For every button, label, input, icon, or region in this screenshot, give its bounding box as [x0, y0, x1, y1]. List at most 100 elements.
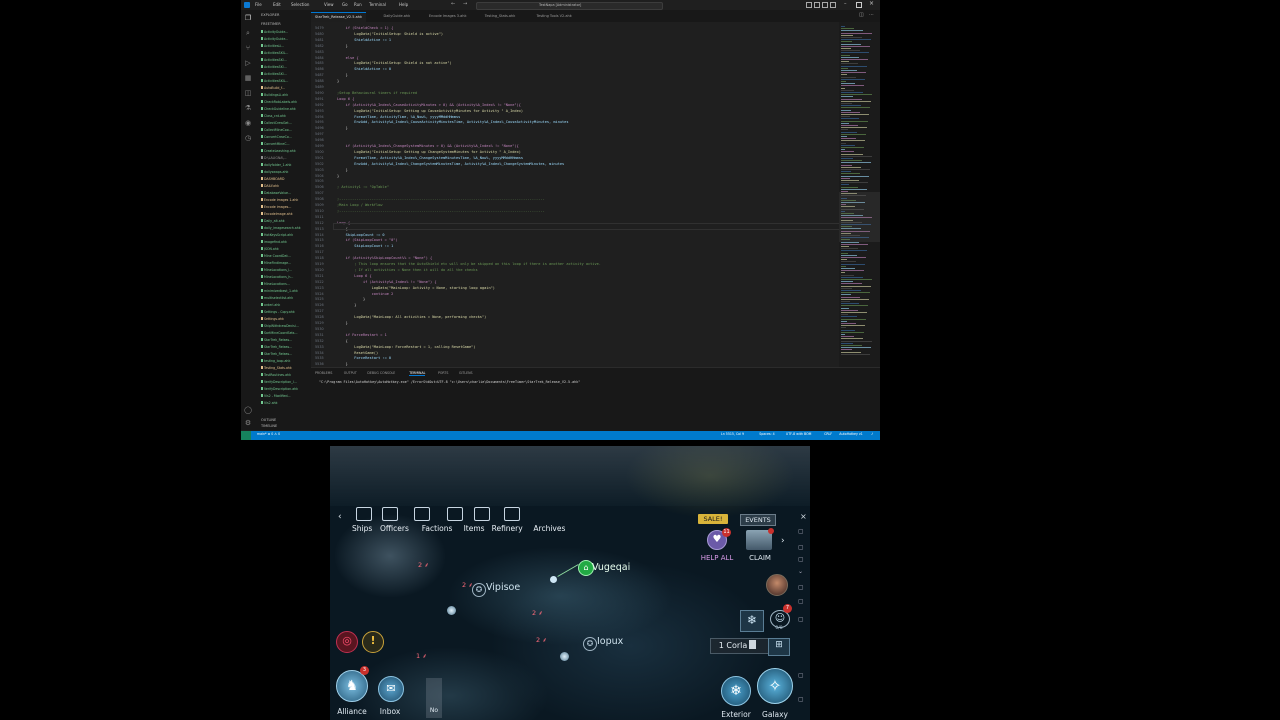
hostile-level-marker[interactable]: 2 ⸙: [462, 580, 473, 589]
panel-tab-debug-console[interactable]: DEBUG CONSOLE: [367, 371, 395, 375]
file-item[interactable]: Vis2 - Modified...: [261, 394, 309, 399]
panel-tab-problems[interactable]: PROBLEMS: [315, 371, 332, 375]
status-item[interactable]: Ln 5515, Col 9: [721, 432, 744, 436]
nav-back-icon[interactable]: ←: [451, 1, 455, 7]
file-item[interactable]: orderl.ahk: [261, 303, 309, 308]
menu-item-edit[interactable]: Edit: [273, 2, 281, 7]
file-item[interactable]: ActivityGuide...: [261, 37, 309, 42]
terminal-output[interactable]: "C:\Program Files\AutoHotkey\AutoHotkey.…: [319, 380, 580, 384]
status-item[interactable]: AutoHotkey v1: [839, 432, 863, 436]
menu-item-run[interactable]: Run: [354, 2, 362, 7]
rail-mail-icon[interactable]: ▢: [798, 556, 804, 563]
bookmark-button[interactable]: [746, 638, 760, 652]
nav-forward-icon[interactable]: →: [463, 1, 467, 7]
editor-tab[interactable]: Testing_Stats.ahk: [481, 12, 520, 21]
file-item[interactable]: ActivitiesSKIL...: [261, 51, 309, 56]
file-item[interactable]: AutoBuild_f...: [261, 86, 309, 91]
nav-archives[interactable]: Archives: [533, 524, 565, 533]
panel-tab-gitlens[interactable]: GITLENS: [459, 371, 473, 375]
file-item[interactable]: D:\LALIGNA\...: [261, 156, 309, 161]
file-item[interactable]: ActivitiesSKIL...: [261, 79, 309, 84]
editor-tab[interactable]: Testing Tools V2.ahk: [533, 12, 576, 21]
menu-item-file[interactable]: File: [255, 2, 262, 7]
file-item[interactable]: MineLocations_h...: [261, 275, 309, 280]
status-item[interactable]: UTF-8 with BOM: [786, 432, 811, 436]
file-item[interactable]: ActivitiesSKI...: [261, 65, 309, 70]
nav-refinery[interactable]: Refinery: [492, 524, 523, 533]
settings-gear-icon[interactable]: ⚙: [244, 419, 252, 427]
file-item[interactable]: ActivitiesSKI...: [261, 58, 309, 63]
status-item[interactable]: Spaces: 4: [759, 432, 775, 436]
menu-item-terminal[interactable]: Terminal: [369, 2, 386, 7]
system-name-vipisoe[interactable]: Vipisoe: [486, 582, 520, 593]
file-item[interactable]: Encode images 1.ahk: [261, 198, 309, 203]
file-item[interactable]: Settings.ahk: [261, 317, 309, 322]
rail-chat-icon[interactable]: ▢: [798, 528, 804, 535]
nav-officers[interactable]: Officers: [380, 524, 409, 533]
minimize-icon[interactable]: –: [844, 1, 847, 7]
file-item[interactable]: ActivitiesSKI...: [261, 72, 309, 77]
file-item[interactable]: multiselectlist.ahk: [261, 296, 309, 301]
layout-sidebar-icon[interactable]: [822, 2, 828, 8]
nav-back-arrow-icon[interactable]: ‹: [338, 512, 342, 522]
home-planet-icon[interactable]: [550, 576, 557, 583]
hostile-level-marker[interactable]: 2 ⸙: [536, 635, 547, 644]
workspace-folder-title[interactable]: FREETIMER: [261, 22, 281, 26]
planet-dot-icon[interactable]: [560, 652, 569, 661]
file-item[interactable]: CheckRobLabels.ahk: [261, 100, 309, 105]
extensions-icon[interactable]: ▦: [244, 74, 252, 82]
factions-icon[interactable]: [414, 507, 430, 521]
nav-factions[interactable]: Factions: [422, 524, 453, 533]
run-debug-icon[interactable]: ▷: [244, 59, 252, 67]
menu-item-help[interactable]: Help: [399, 2, 408, 7]
file-item[interactable]: dailyfolder_1.ahk: [261, 163, 309, 168]
file-item[interactable]: TestRoutines.ahk: [261, 373, 309, 378]
file-item[interactable]: ConvertMineC...: [261, 142, 309, 147]
system-marker-icon[interactable]: ✪: [583, 637, 597, 651]
fleet-grid-button[interactable]: ⊞: [768, 638, 790, 656]
rail-collapse-icon[interactable]: ⌄: [798, 568, 803, 575]
hostile-level-marker[interactable]: 2 ⸙: [418, 560, 429, 569]
layout-toggle-icon[interactable]: [806, 2, 812, 8]
file-item[interactable]: MineLocations_l...: [261, 268, 309, 273]
warning-alert-button[interactable]: !: [362, 631, 384, 653]
command-center[interactable]: TestNapa [Administrator]: [476, 2, 663, 10]
minimap[interactable]: [839, 22, 880, 367]
editor-tab[interactable]: StarTrek_Release_V2.5.ahk: [311, 12, 366, 22]
outline-section[interactable]: OUTLINE: [261, 418, 276, 422]
panel-tab-output[interactable]: OUTPUT: [344, 371, 357, 375]
file-item[interactable]: CollectMineCoo...: [261, 128, 309, 133]
exterior-button[interactable]: ❄ Exterior: [716, 674, 756, 719]
file-item[interactable]: CreateLeashing.ahk: [261, 149, 309, 154]
file-item[interactable]: SortMineCoordSets...: [261, 331, 309, 336]
file-item[interactable]: ActivitiesLi...: [261, 44, 309, 49]
menu-item-view[interactable]: View: [324, 2, 334, 7]
ship-selector-bar[interactable]: 1 Corla: [710, 638, 774, 654]
file-item[interactable]: Testing_Stats.ahk: [261, 366, 309, 371]
timeline-section[interactable]: TIMELINE: [261, 424, 277, 428]
items-icon[interactable]: [447, 507, 463, 521]
editor-tab[interactable]: Encode Images 3.ahk: [425, 12, 471, 21]
file-item[interactable]: Class_cnt.ahk: [261, 114, 309, 119]
more-actions-icon[interactable]: ⋯: [869, 12, 874, 18]
panel-tab-terminal[interactable]: TERMINAL: [409, 371, 426, 376]
menu-item-selection[interactable]: Selection: [291, 2, 309, 7]
file-item[interactable]: ShipWithdrawDecisi...: [261, 324, 309, 329]
split-editor-icon[interactable]: ◫: [859, 12, 864, 18]
gitlens-icon[interactable]: ◉: [244, 119, 252, 127]
game-window[interactable]: ‹ SALE! EVENTS × ♥ 11 HELP ALL CLAIM › ▢…: [330, 446, 810, 720]
file-item[interactable]: StarTrek_Releas...: [261, 345, 309, 350]
file-item[interactable]: Settings - Copy.ahk: [261, 310, 309, 315]
source-control-icon[interactable]: ⑂: [244, 44, 252, 52]
file-item[interactable]: HotKeysScript.ahk: [261, 233, 309, 238]
rail-item-icon[interactable]: ▢: [798, 584, 804, 591]
officers-icon[interactable]: [382, 507, 398, 521]
help-all-button[interactable]: ♥ 11 HELP ALL: [700, 528, 734, 562]
editor-tab[interactable]: DailyGuide.ahk: [380, 12, 415, 21]
rail-item3-icon[interactable]: ▢: [798, 616, 804, 623]
rail-item4-icon[interactable]: ▢: [798, 672, 804, 679]
timeline-icon[interactable]: ◷: [244, 134, 252, 142]
file-item[interactable]: dailyswaps.ahk: [261, 170, 309, 175]
refinery-icon[interactable]: [474, 507, 490, 521]
rail-notify-icon[interactable]: ▢: [798, 544, 804, 551]
